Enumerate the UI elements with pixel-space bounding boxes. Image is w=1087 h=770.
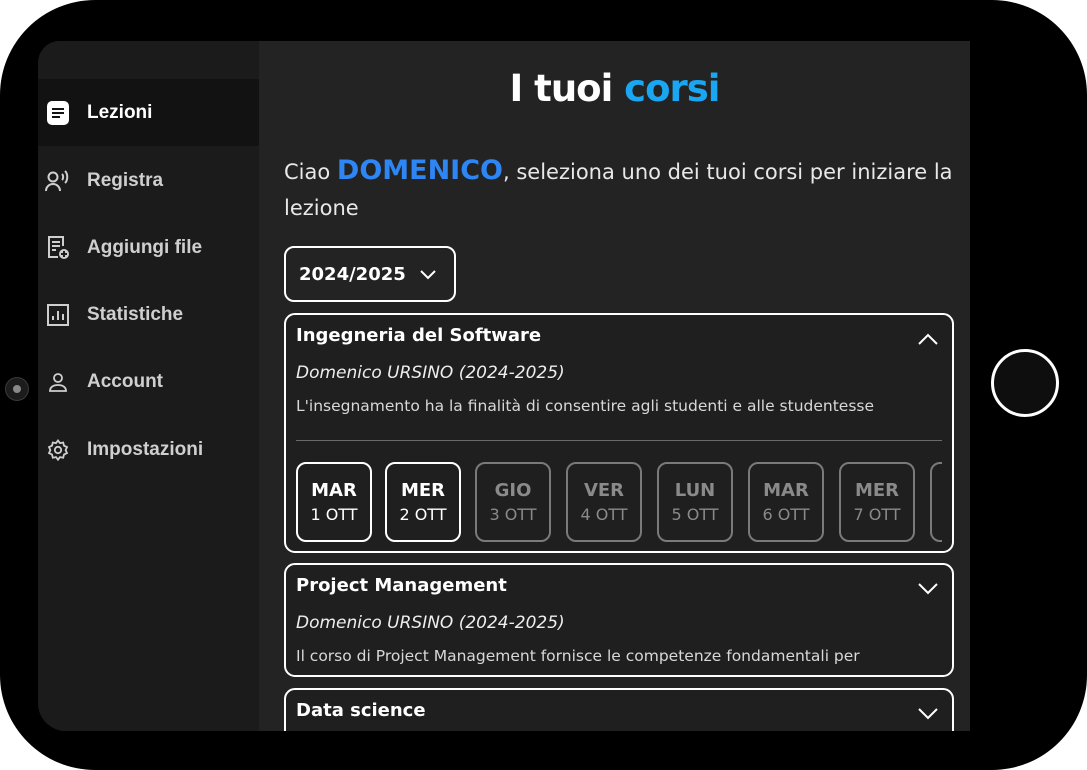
academic-year-select[interactable]: 2024/2025 (284, 246, 456, 302)
course-card[interactable]: Data science (284, 688, 954, 731)
greeting-text: Ciao DOMENICO, seleziona uno dei tuoi co… (284, 153, 964, 226)
lesson-day[interactable]: VER 4 OTT (566, 462, 642, 542)
page-title: I tuoi corsi (259, 67, 970, 110)
lesson-weekday: MAR (763, 480, 809, 501)
lesson-day[interactable]: MAR 1 OTT (296, 462, 372, 542)
sidebar-item-label: Account (87, 370, 163, 392)
course-description: Il corso di Project Management fornisce … (296, 647, 860, 665)
user-icon (45, 369, 71, 395)
voice-icon (45, 168, 71, 194)
lesson-day[interactable]: MER 7 OTT (839, 462, 915, 542)
divider (296, 440, 942, 441)
lesson-date: 7 OTT (853, 505, 901, 524)
page-title-accent: corsi (624, 67, 720, 110)
gear-icon (45, 437, 71, 463)
course-title: Project Management (296, 575, 507, 596)
main-content: I tuoi corsi Ciao DOMENICO, seleziona un… (259, 41, 970, 731)
sidebar-item-label: Lezioni (87, 101, 153, 123)
lesson-weekday: MER (854, 480, 900, 501)
lesson-date: 1 OTT (310, 505, 358, 524)
course-description: L'insegnamento ha la finalità di consent… (296, 397, 875, 415)
lesson-day[interactable]: MER 2 OTT (385, 462, 461, 542)
course-title: Ingegneria del Software (296, 325, 542, 346)
sidebar-item-account[interactable]: Account (38, 348, 259, 415)
add-file-icon (45, 235, 71, 261)
sidebar: Lezioni Registra Aggiungi file Statistic… (38, 41, 259, 731)
sidebar-item-aggiungi-file[interactable]: Aggiungi file (38, 214, 259, 281)
greeting-prefix: Ciao (284, 160, 331, 184)
course-professor: Domenico URSINO (2024-2025) (296, 613, 565, 633)
academic-year-value: 2024/2025 (299, 263, 406, 285)
lesson-day[interactable]: MAR 6 OTT (748, 462, 824, 542)
course-card[interactable]: Project Management Domenico URSINO (2024… (284, 563, 954, 677)
app-screen: Lezioni Registra Aggiungi file Statistic… (38, 41, 970, 731)
lesson-date: 5 OTT (671, 505, 719, 524)
chevron-down-icon (418, 264, 438, 288)
course-title: Data science (296, 700, 426, 721)
lesson-weekday: GIO (494, 480, 532, 501)
lesson-weekday: MER (400, 480, 446, 501)
document-icon (45, 100, 71, 126)
lesson-date: 2 OTT (399, 505, 447, 524)
home-button[interactable] (991, 349, 1059, 417)
page-title-prefix: I tuoi (509, 67, 614, 110)
lesson-days: MAR 1 OTT MER 2 OTT GIO 3 OTT VER 4 OTT LUN 5… (296, 462, 942, 544)
course-card[interactable]: Ingegneria del Software Domenico URSINO … (284, 313, 954, 553)
user-name: DOMENICO (336, 155, 503, 186)
sidebar-item-statistiche[interactable]: Statistiche (38, 281, 259, 348)
chevron-down-icon[interactable] (916, 702, 940, 730)
sidebar-item-label: Aggiungi file (87, 236, 203, 258)
course-professor: Domenico URSINO (2024-2025) (296, 363, 565, 383)
sidebar-item-registra[interactable]: Registra (38, 147, 259, 214)
sidebar-item-lezioni[interactable]: Lezioni (38, 79, 259, 146)
camera-icon (5, 377, 29, 401)
sidebar-item-label: Statistiche (87, 303, 184, 325)
sidebar-item-label: Registra (87, 169, 164, 191)
lesson-weekday: MAR (311, 480, 357, 501)
chart-icon (45, 302, 71, 328)
tablet-frame: Lezioni Registra Aggiungi file Statistic… (0, 0, 1087, 770)
lesson-date: 6 OTT (762, 505, 810, 524)
lesson-day[interactable]: GIO 3 OTT (475, 462, 551, 542)
lesson-day[interactable]: LUN 5 OTT (657, 462, 733, 542)
sidebar-item-impostazioni[interactable]: Impostazioni (38, 416, 259, 483)
lesson-weekday: LUN (674, 480, 716, 501)
lesson-date: 3 OTT (489, 505, 537, 524)
lesson-date: 4 OTT (580, 505, 628, 524)
lesson-weekday: VER (583, 480, 625, 501)
chevron-up-icon[interactable] (916, 327, 940, 355)
sidebar-item-label: Impostazioni (87, 438, 204, 460)
chevron-down-icon[interactable] (916, 577, 940, 605)
lesson-day-partial[interactable] (930, 462, 942, 542)
